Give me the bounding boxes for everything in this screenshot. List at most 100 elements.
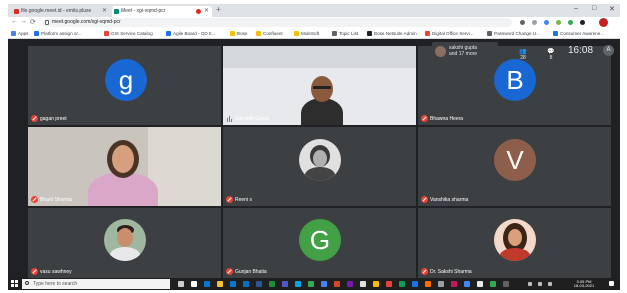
participant-tile[interactable]: Reeni s — [223, 127, 416, 206]
app-icon[interactable] — [360, 281, 366, 287]
bookmark-icon — [367, 31, 372, 36]
photo-face — [117, 228, 133, 247]
url-text: meet.google.com/xgi-vqmd-pcr — [52, 19, 121, 25]
participant-name: Dr. Sakshi Sharma — [421, 268, 472, 276]
word-icon[interactable] — [256, 281, 262, 287]
bookmark-item[interactable]: GIS Service Catalog — [104, 28, 153, 39]
apps-icon — [11, 31, 16, 36]
onenote-icon[interactable] — [347, 281, 353, 287]
participant-tile[interactable]: vasu sawhney — [28, 208, 221, 278]
bookmark-icon — [294, 31, 299, 36]
bookmarks-bar: Apps Platform assign or... GIS Service C… — [8, 28, 620, 39]
bookmark-item[interactable]: Bose Netsuite Admin — [367, 28, 417, 39]
presenter-text: sakshi gupta and 17 more — [449, 45, 478, 57]
app-icon[interactable] — [399, 281, 405, 287]
participant-name: Samarth Gupta — [226, 115, 269, 123]
star-icon[interactable] — [532, 20, 537, 25]
minimize-button[interactable]: – — [574, 5, 578, 12]
chrome-icon[interactable] — [321, 281, 327, 287]
extension-icon[interactable] — [568, 20, 573, 25]
bookmark-item[interactable]: Consumer Awarene... — [553, 28, 604, 39]
participants-button[interactable]: 👥 28 — [516, 48, 530, 61]
bookmark-icon — [487, 31, 492, 36]
app-icon[interactable] — [412, 281, 418, 287]
bookmark-item[interactable]: MuleSoft — [294, 28, 319, 39]
app-icon[interactable] — [386, 281, 392, 287]
tab-gmail[interactable]: file.google.meet.id - emits.pluse ✕ — [12, 6, 110, 17]
taskbar: Type here to search 3:05 PM 18-03-2021 — [8, 278, 620, 290]
participant-tile[interactable]: Bharti Sharma — [28, 127, 221, 206]
excel-icon[interactable] — [269, 281, 275, 287]
task-view-icon[interactable] — [191, 281, 197, 287]
key-icon[interactable] — [520, 20, 525, 25]
bookmark-item[interactable]: Apps — [11, 28, 28, 39]
battery-icon[interactable] — [548, 282, 552, 286]
reload-button[interactable]: ⟳ — [30, 18, 36, 26]
bookmark-item[interactable]: Topic List — [332, 28, 358, 39]
new-tab-button[interactable]: + — [216, 5, 221, 14]
extension-icon[interactable] — [556, 20, 561, 25]
app-icon[interactable] — [425, 281, 431, 287]
network-icon[interactable] — [528, 282, 532, 286]
notification-icon[interactable] — [609, 281, 614, 286]
extension-icon[interactable] — [544, 20, 549, 25]
windows-start-icon[interactable] — [11, 280, 19, 288]
bookmark-item[interactable]: Platform assign or... — [34, 28, 82, 39]
back-button[interactable]: ← — [11, 18, 18, 25]
avatar: G — [299, 219, 341, 261]
edge-icon[interactable] — [204, 281, 210, 287]
participant-name: Bharti Sharma — [31, 196, 72, 204]
participant-name: Vanshika sharma — [421, 196, 468, 204]
avatar-photo — [494, 219, 536, 261]
app-icon[interactable] — [438, 281, 444, 287]
bookmark-item[interactable]: Digital Office Servi... — [425, 28, 474, 39]
mic-off-icon — [226, 268, 233, 275]
app-icon[interactable] — [503, 281, 509, 287]
extension-icon[interactable] — [580, 20, 585, 25]
participant-tile[interactable]: V Vanshika sharma — [418, 127, 611, 206]
app-icon[interactable] — [451, 281, 457, 287]
mic-icon[interactable] — [178, 281, 184, 287]
close-window-button[interactable]: ✕ — [609, 5, 615, 13]
self-avatar[interactable]: A — [603, 45, 614, 56]
folder-icon[interactable] — [217, 281, 223, 287]
system-clock[interactable]: 3:05 PM 18-03-2021 — [564, 280, 604, 288]
speaking-icon — [226, 116, 233, 122]
participant-tile[interactable]: Dr. Sakshi Sharma — [418, 208, 611, 278]
avatar: g — [105, 59, 147, 101]
address-bar-row: ← → ⟳ meet.google.com/xgi-vqmd-pcr — [8, 17, 620, 28]
chat-button[interactable]: 💬 8 — [544, 48, 558, 61]
outlook-icon[interactable] — [243, 281, 249, 287]
tab-meet[interactable]: Meet - xgi-vqmd-pcr ✕ — [112, 6, 212, 17]
bookmark-item[interactable]: Bose — [230, 28, 247, 39]
url-input[interactable]: meet.google.com/xgi-vqmd-pcr — [42, 18, 512, 27]
lock-icon — [45, 20, 49, 25]
profile-avatar[interactable] — [599, 18, 608, 27]
store-icon[interactable] — [230, 281, 236, 287]
presenter-badge[interactable]: sakshi gupta and 17 more — [432, 42, 498, 62]
app-icon[interactable] — [308, 281, 314, 287]
bookmark-icon — [230, 31, 235, 36]
bookmark-item[interactable]: Agile Board - GD II... — [166, 28, 215, 39]
teams-icon[interactable] — [282, 281, 288, 287]
maximize-button[interactable]: □ — [592, 5, 596, 12]
close-tab-icon[interactable]: ✕ — [204, 6, 209, 17]
bookmark-item[interactable]: Confluent — [256, 28, 283, 39]
powerpoint-icon[interactable] — [334, 281, 340, 287]
app-icon[interactable] — [464, 281, 470, 287]
taskbar-search-input[interactable]: Type here to search — [22, 279, 170, 289]
volume-icon[interactable] — [538, 282, 542, 286]
app-icon[interactable] — [373, 281, 379, 287]
photo-face — [508, 229, 522, 246]
bookmark-item[interactable]: Password Change U... — [487, 28, 540, 39]
close-tab-icon[interactable]: ✕ — [102, 6, 107, 17]
participant-tile[interactable]: g gagan preet — [28, 46, 221, 125]
participant-tile[interactable]: G Gunjan Bhatia — [223, 208, 416, 278]
app-icon[interactable] — [490, 281, 496, 287]
participant-tile[interactable]: Samarth Gupta — [223, 46, 416, 125]
app-icon[interactable] — [477, 281, 483, 287]
chat-icon: 💬 — [547, 49, 555, 55]
participant-name: Gunjan Bhatia — [226, 268, 267, 276]
forward-button[interactable]: → — [20, 18, 27, 25]
skype-icon[interactable] — [295, 281, 301, 287]
